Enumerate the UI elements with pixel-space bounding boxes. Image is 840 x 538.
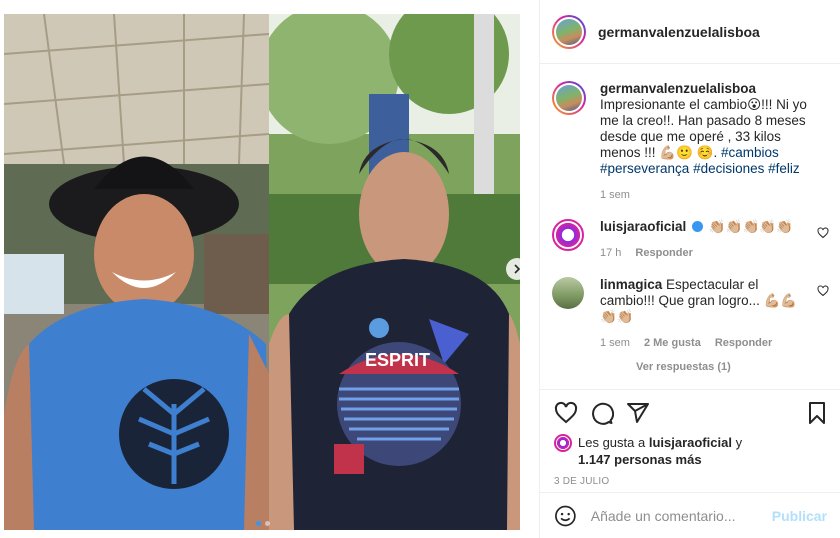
- carousel-dot: [265, 521, 270, 526]
- share-send-icon[interactable]: [626, 401, 650, 425]
- next-photo-button[interactable]: [506, 258, 528, 280]
- caption: germanvalenzuelalisboa Impresionante el …: [552, 81, 829, 203]
- hashtag-link[interactable]: #decisiones: [693, 161, 764, 176]
- like-comment-heart-icon[interactable]: [817, 227, 829, 239]
- caption-author-avatar[interactable]: [552, 81, 586, 115]
- comment-item: luisjaraoficial 👏🏼👏🏼👏🏼👏🏼👏🏼 17 h Responde…: [552, 219, 829, 261]
- commenter-avatar[interactable]: [552, 219, 584, 251]
- bookmark-save-icon[interactable]: [805, 401, 829, 425]
- author-username[interactable]: germanvalenzuelalisboa: [598, 24, 760, 40]
- hashtag-link[interactable]: #feliz: [768, 161, 800, 176]
- reply-button[interactable]: Responder: [635, 245, 692, 261]
- post-side-panel: germanvalenzuelalisboa germanvalenzuelal…: [539, 0, 840, 538]
- comment-meta: 1 sem 2 Me gusta Responder: [600, 335, 807, 351]
- hashtag-link[interactable]: #cambios: [721, 145, 779, 160]
- comment-bubble-icon[interactable]: [590, 401, 614, 425]
- emoji-smiley-icon[interactable]: [554, 504, 577, 528]
- chevron-right-icon: [514, 264, 521, 274]
- commenter-avatar[interactable]: [552, 277, 584, 309]
- comment-timestamp[interactable]: 1 sem: [600, 335, 630, 351]
- comment-author[interactable]: linmagica: [600, 277, 662, 292]
- carousel-dot-active: [256, 521, 261, 526]
- post-header: germanvalenzuelalisboa: [540, 0, 840, 64]
- comment-meta: 17 h Responder: [600, 245, 807, 261]
- reply-button[interactable]: Responder: [715, 335, 772, 351]
- carousel-indicator: [256, 521, 270, 526]
- likes-summary: Les gusta a luisjaraoficial y 1.147 pers…: [554, 434, 829, 468]
- post-actions: Les gusta a luisjaraoficial y 1.147 pers…: [540, 389, 840, 487]
- likes-prefix: Les gusta a: [578, 435, 646, 450]
- hashtag-link[interactable]: #perseverança: [600, 161, 689, 176]
- post-media: ESPRIT: [0, 0, 539, 538]
- liker-username[interactable]: luisjaraoficial: [649, 435, 732, 450]
- verified-badge-icon: [692, 221, 704, 232]
- view-replies-button[interactable]: Ver respuestas (1): [636, 361, 829, 373]
- liker-avatar[interactable]: [554, 434, 572, 452]
- author-avatar[interactable]: [552, 14, 586, 49]
- comment-timestamp[interactable]: 17 h: [600, 245, 621, 261]
- likes-others-count[interactable]: 1.147 personas más: [578, 452, 702, 467]
- comment-text: 👏🏼👏🏼👏🏼👏🏼👏🏼: [708, 219, 793, 234]
- comment-input[interactable]: [590, 507, 772, 524]
- like-heart-icon[interactable]: [554, 401, 578, 425]
- comment-item: linmagica Espectacular el cambio!!! Que …: [552, 277, 829, 351]
- caption-author[interactable]: germanvalenzuelalisboa: [600, 81, 756, 96]
- comment-composer: Publicar: [540, 492, 840, 538]
- comments-list[interactable]: germanvalenzuelalisboa Impresionante el …: [540, 65, 840, 389]
- comment-author[interactable]: luisjaraoficial: [600, 219, 686, 234]
- like-comment-heart-icon[interactable]: [817, 285, 829, 297]
- comment-likes-count[interactable]: 2 Me gusta: [644, 335, 701, 351]
- caption-timestamp[interactable]: 1 sem: [600, 187, 630, 203]
- likes-connector: y: [735, 435, 743, 450]
- post-date[interactable]: 3 DE JULIO: [554, 476, 829, 487]
- after-photo: ESPRIT: [269, 14, 520, 530]
- shirt-brand-text: ESPRIT: [365, 350, 430, 370]
- publish-button[interactable]: Publicar: [772, 508, 827, 524]
- before-photo: [4, 14, 269, 530]
- caption-meta: 1 sem: [600, 187, 807, 203]
